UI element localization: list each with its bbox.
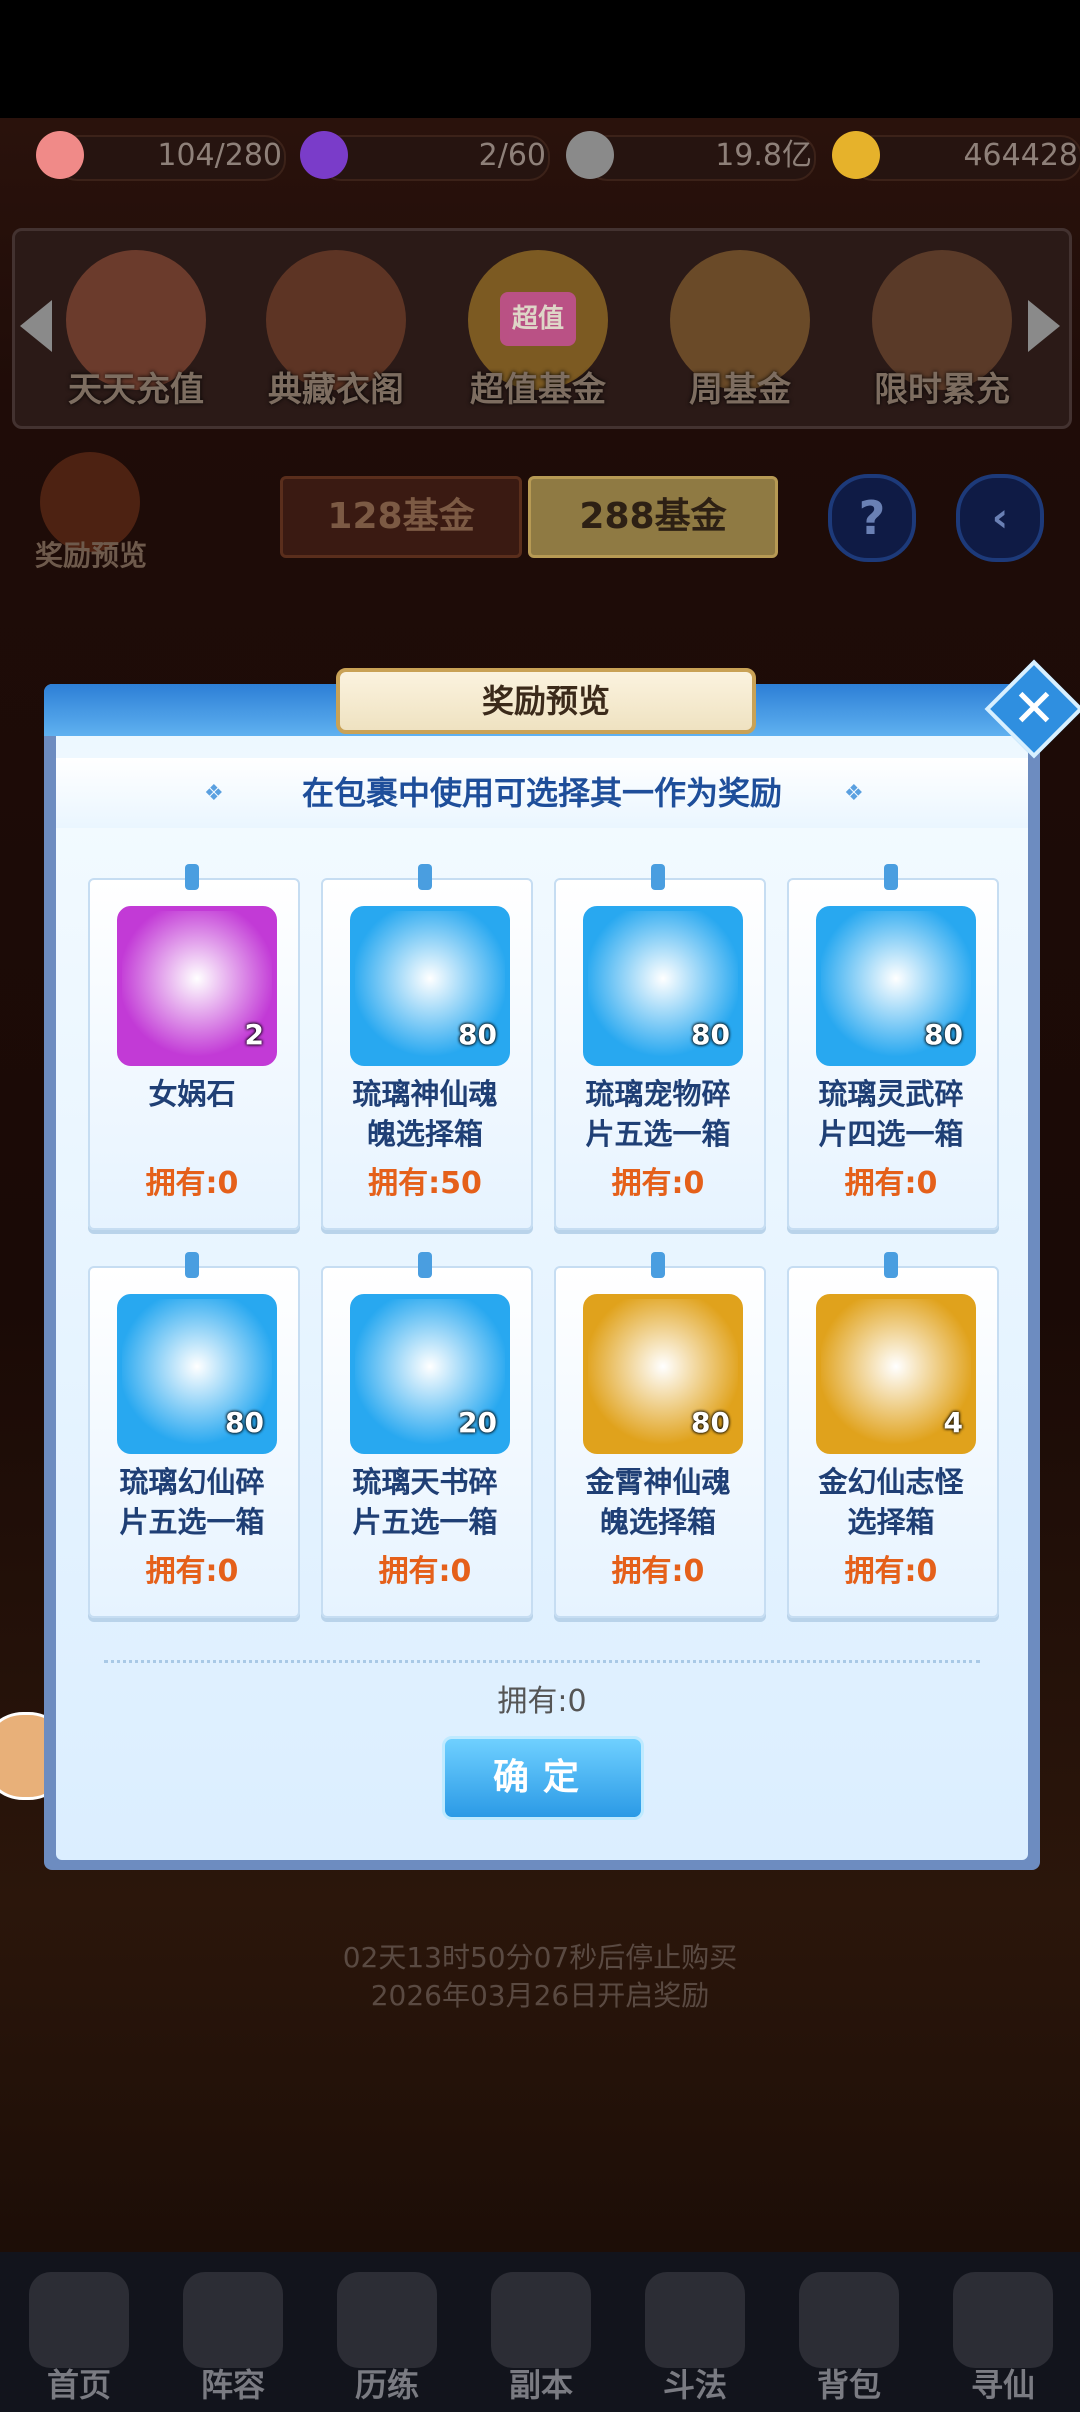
nav-item[interactable]: 历练	[312, 2256, 462, 2408]
dialog-title: 奖励预览	[336, 668, 756, 734]
item-owned: 拥有:0	[844, 1554, 938, 1589]
resource-value: 104/280	[157, 138, 282, 173]
card-pin-icon	[651, 1252, 665, 1278]
help-button[interactable]: ?	[828, 474, 916, 562]
item-owned: 拥有:0	[844, 1166, 938, 1201]
category-label[interactable]: 典藏衣阁	[236, 362, 436, 411]
nav-item[interactable]: 阵容	[158, 2256, 308, 2408]
nav-icon	[953, 2272, 1053, 2368]
confirm-button[interactable]: 确定	[442, 1736, 644, 1820]
item-quantity: 80	[458, 1018, 497, 1051]
item-name: 琉璃灵武碎片四选一箱	[818, 1077, 964, 1151]
item-name: 金幻仙志怪选择箱	[818, 1465, 964, 1539]
card-pin-icon	[418, 864, 432, 890]
divider	[104, 1660, 980, 1663]
nav-item[interactable]: 斗法	[620, 2256, 770, 2408]
nav-label: 背包	[816, 2366, 881, 2404]
item-quantity: 80	[924, 1018, 963, 1051]
card-pin-icon	[884, 864, 898, 890]
tab-128-fund[interactable]: 128基金	[280, 476, 522, 558]
nav-label: 斗法	[662, 2366, 727, 2404]
carousel-left-arrow-icon[interactable]	[20, 300, 52, 352]
nav-icon	[491, 2272, 591, 2368]
resource-value: 19.8亿	[715, 138, 812, 173]
back-button[interactable]: ‹	[956, 474, 1044, 562]
item-name: 琉璃幻仙碎片五选一箱	[119, 1465, 265, 1539]
card-pin-icon	[884, 1252, 898, 1278]
nav-icon	[183, 2272, 283, 2368]
reward-date-text: 2026年03月26日开启奖励	[370, 1979, 710, 2012]
nav-item[interactable]: 背包	[774, 2256, 924, 2408]
close-icon[interactable]: ✕	[999, 674, 1069, 744]
nav-icon	[337, 2272, 437, 2368]
item-name: 金霄神仙魂魄选择箱	[585, 1465, 731, 1539]
nav-item[interactable]: 寻仙	[928, 2256, 1078, 2408]
category-label[interactable]: 周基金	[640, 362, 840, 411]
owned-total: 拥有:0	[497, 1684, 587, 1719]
item-owned: 拥有:0	[611, 1554, 705, 1589]
item-owned: 拥有:0	[145, 1554, 239, 1589]
item-owned: 拥有:0	[611, 1166, 705, 1201]
back-arrow-icon: ‹	[991, 495, 1009, 541]
carousel-right-arrow-icon[interactable]	[1028, 300, 1060, 352]
tab-288-fund[interactable]: 288基金	[528, 476, 778, 558]
nav-label: 首页	[46, 2366, 111, 2404]
item-name: 琉璃天书碎片五选一箱	[352, 1465, 498, 1539]
card-pin-icon	[185, 864, 199, 890]
nav-label: 寻仙	[970, 2366, 1035, 2404]
item-quantity: 2	[244, 1018, 264, 1051]
item-owned: 拥有:0	[145, 1166, 239, 1201]
nav-label: 副本	[508, 2366, 573, 2404]
reward-preview-label[interactable]: 奖励预览	[16, 534, 166, 574]
nav-item[interactable]: 首页	[4, 2256, 154, 2408]
item-owned: 拥有:50	[368, 1166, 482, 1201]
item-owned: 拥有:0	[378, 1554, 472, 1589]
countdown-text: 02天13时50分07秒后停止购买	[342, 1941, 738, 1974]
card-pin-icon	[651, 864, 665, 890]
item-name: 女娲石	[148, 1077, 236, 1111]
item-quantity: 80	[691, 1406, 730, 1439]
nav-icon	[645, 2272, 745, 2368]
item-name: 琉璃神仙魂魄选择箱	[352, 1077, 498, 1151]
nav-label: 历练	[354, 2366, 419, 2404]
item-quantity: 20	[458, 1406, 497, 1439]
item-quantity: 80	[225, 1406, 264, 1439]
item-name: 琉璃宠物碎片五选一箱	[585, 1077, 731, 1151]
category-label[interactable]: 限时累充	[842, 362, 1042, 411]
nav-label: 阵容	[200, 2366, 265, 2404]
card-pin-icon	[418, 1252, 432, 1278]
item-quantity: 4	[943, 1406, 963, 1439]
reward-preview-dialog: 奖励预览 ✕ ❖ ❖ 在包裹中使用可选择其一作为奖励 2 女娲石 拥有:0 80 琉璃神…	[44, 659, 1080, 1870]
resource-value: 2/60	[478, 138, 546, 173]
item-quantity: 80	[691, 1018, 730, 1051]
nav-icon	[799, 2272, 899, 2368]
nav-item[interactable]: 副本	[466, 2256, 616, 2408]
nav-icon	[29, 2272, 129, 2368]
value-badge: 超值	[500, 292, 576, 346]
resource-value: 464428	[963, 138, 1078, 173]
dialog-subtitle: 在包裹中使用可选择其一作为奖励	[301, 774, 782, 812]
category-label[interactable]: 天天充值	[36, 362, 236, 411]
card-pin-icon	[185, 1252, 199, 1278]
category-label[interactable]: 超值基金	[438, 362, 638, 411]
